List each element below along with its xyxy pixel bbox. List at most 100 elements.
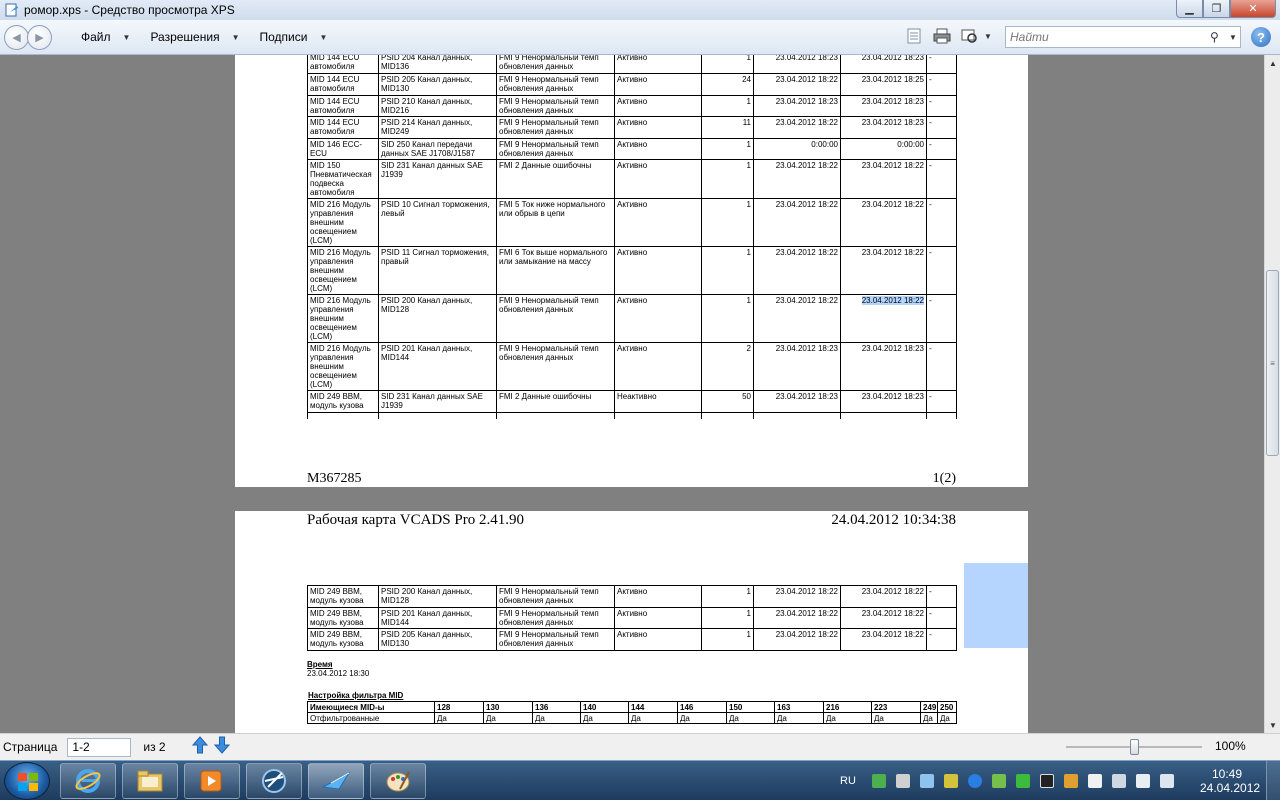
fault-table-page-1: MID 144 ECU автомобиля PSID 204 Канал дан… xyxy=(307,55,957,419)
taskbar-explorer[interactable] xyxy=(122,763,178,799)
table-cell: 140 xyxy=(580,701,629,713)
outline-view-button[interactable] xyxy=(904,26,924,46)
table-cell: - xyxy=(926,607,957,629)
table-cell: SID 231 Канал данных SAE J1939 xyxy=(378,159,497,199)
table-cell: 1 xyxy=(701,159,754,199)
table-cell: 23.04.2012 18:23 xyxy=(840,342,927,391)
volume-icon[interactable] xyxy=(1159,774,1174,788)
taskbar-app-4[interactable] xyxy=(246,763,302,799)
time-section-title: Время xyxy=(307,660,333,669)
table-cell: 23.04.2012 18:23 xyxy=(840,95,927,117)
close-button[interactable]: ✕ xyxy=(1230,0,1276,18)
table-cell: PSID 210 Канал данных, MID216 xyxy=(378,95,497,117)
search-icon[interactable]: ⚲ xyxy=(1210,30,1226,44)
table-cell: Активно xyxy=(614,585,702,608)
scroll-up-button[interactable]: ▲ xyxy=(1265,55,1280,71)
clock-date: 24.04.2012 xyxy=(1200,781,1261,795)
table-cell: - xyxy=(926,73,957,96)
tray-monitor-icon[interactable] xyxy=(1015,774,1030,788)
table-cell: PSID 201 Канал данных, MID144 xyxy=(378,342,497,391)
tray-network-icon[interactable] xyxy=(871,774,886,788)
table-cell: 23.04.2012 18:22 xyxy=(753,159,841,199)
tray-app-icon[interactable] xyxy=(919,774,934,788)
table-cell: MID 144 ECU автомобиля xyxy=(307,55,379,74)
menu-permissions[interactable]: Разрешения ▼ xyxy=(150,30,239,44)
flag-icon[interactable] xyxy=(1087,774,1102,788)
back-button[interactable]: ◀ xyxy=(4,24,29,50)
table-cell: FMI 2 Данные ошибочны xyxy=(496,159,615,199)
table-cell: 11 xyxy=(701,116,754,139)
minimize-button[interactable]: ▁ xyxy=(1176,0,1203,18)
table-cell: Да xyxy=(483,712,533,724)
table-cell: FMI 9 Ненормальный темп обновления данны… xyxy=(496,116,615,139)
tray-printer-icon[interactable] xyxy=(895,774,910,788)
taskbar-paint[interactable] xyxy=(370,763,426,799)
print-button[interactable] xyxy=(932,26,952,46)
table-cell: PSID 10 Сигнал торможения, левый xyxy=(378,198,497,247)
taskbar-internet-explorer[interactable] xyxy=(60,763,116,799)
page-number-input[interactable] xyxy=(67,737,132,757)
table-cell: MID 150 Пневматическая подвеска автомоби… xyxy=(307,159,379,199)
system-tray: RU xyxy=(840,761,1184,800)
table-cell: - xyxy=(926,585,957,608)
menu-signatures[interactable]: Подписи ▼ xyxy=(259,30,327,44)
zoom-slider-thumb[interactable] xyxy=(1130,739,1139,755)
windows-logo-icon xyxy=(18,773,38,791)
scroll-down-button[interactable]: ▼ xyxy=(1265,717,1280,733)
tray-security-icon[interactable] xyxy=(943,774,958,788)
battery-icon[interactable] xyxy=(1111,774,1126,788)
table-cell: 23.04.2012 18:23 xyxy=(753,390,841,413)
help-icon[interactable]: ? xyxy=(1251,27,1271,47)
table-cell: 1 xyxy=(701,55,754,74)
menu-file[interactable]: Файл ▼ xyxy=(81,30,130,44)
filter-section-title: Настройка фильтра MID xyxy=(308,691,404,700)
table-cell: FMI 9 Ненормальный темп обновления данны… xyxy=(496,95,615,117)
forward-button[interactable]: ▶ xyxy=(27,24,52,50)
document-viewer[interactable]: MID 144 ECU автомобиля PSID 204 Канал дан… xyxy=(0,55,1264,733)
table-cell: - xyxy=(926,198,957,247)
taskbar-media-player[interactable] xyxy=(184,763,240,799)
vertical-scrollbar[interactable]: ▲ ≡ ▼ xyxy=(1264,55,1280,733)
table-cell: PSID 214 Канал данных, MID249 xyxy=(378,116,497,139)
chevron-down-icon[interactable]: ▼ xyxy=(1226,33,1240,42)
bluetooth-icon[interactable] xyxy=(967,774,982,788)
chevron-down-icon: ▼ xyxy=(231,32,240,42)
taskbar-xps-viewer[interactable] xyxy=(308,763,364,799)
taskbar: RU 10:49 24.04.2012 xyxy=(0,760,1280,800)
search-input[interactable] xyxy=(1010,28,1210,46)
table-cell: FMI 9 Ненормальный темп обновления данны… xyxy=(496,138,615,160)
fault-table-page-2: MID 249 BBM, модуль кузова PSID 200 Канал… xyxy=(307,585,957,651)
language-indicator[interactable]: RU xyxy=(840,775,856,787)
table-row: MID 249 BBM, модуль кузова PSID 201 Канал… xyxy=(307,607,957,629)
document-page-1: MID 144 ECU автомобиля PSID 204 Канал дан… xyxy=(235,55,1028,487)
table-cell: 23.04.2012 18:22 xyxy=(753,585,841,608)
start-button[interactable] xyxy=(4,762,50,800)
table-cell: 1 xyxy=(701,585,754,608)
tray-display-icon[interactable] xyxy=(1039,774,1054,788)
maximize-button[interactable]: ❐ xyxy=(1203,0,1230,18)
next-page-button[interactable] xyxy=(213,736,230,759)
previous-page-button[interactable] xyxy=(191,735,208,759)
tray-tools-icon[interactable] xyxy=(1063,774,1078,788)
table-cell: MID 216 Модуль управления внешним освеще… xyxy=(307,246,379,295)
tray-update-icon[interactable] xyxy=(991,774,1006,788)
table-row: MID 216 Модуль управления внешним освеще… xyxy=(307,246,957,295)
table-cell: Активно xyxy=(614,95,702,117)
signal-icon[interactable] xyxy=(1135,774,1150,788)
table-cell: 23.04.2012 18:23 xyxy=(840,55,927,74)
table-row: MID 144 ECU автомобиля PSID 214 Канал дан… xyxy=(307,116,957,139)
zoom-button[interactable]: ▼ xyxy=(960,26,992,46)
table-cell: Да xyxy=(677,712,727,724)
scroll-thumb[interactable]: ≡ xyxy=(1266,270,1279,456)
table-cell: FMI 9 Ненормальный темп обновления данны… xyxy=(496,73,615,96)
table-row: Отфильтрованные Да Да Да Да Да Да Да Да Да Да Да Да xyxy=(307,712,957,724)
table-row: Имеющиеся MID-ы 128 130 136 140 144 146 150 163 2… xyxy=(307,701,957,713)
table-cell: 23.04.2012 18:22 xyxy=(840,159,927,199)
show-desktop-button[interactable] xyxy=(1266,761,1280,800)
menu-signatures-label: Подписи xyxy=(259,30,308,44)
table-cell: Активно xyxy=(614,607,702,629)
table-cell: FMI 6 Ток выше нормального или замыкание… xyxy=(496,246,615,295)
table-cell: 23.04.2012 18:22 xyxy=(753,628,841,651)
table-cell: FMI 9 Ненормальный темп обновления данны… xyxy=(496,294,615,343)
system-clock[interactable]: 10:49 24.04.2012 xyxy=(1200,767,1261,795)
